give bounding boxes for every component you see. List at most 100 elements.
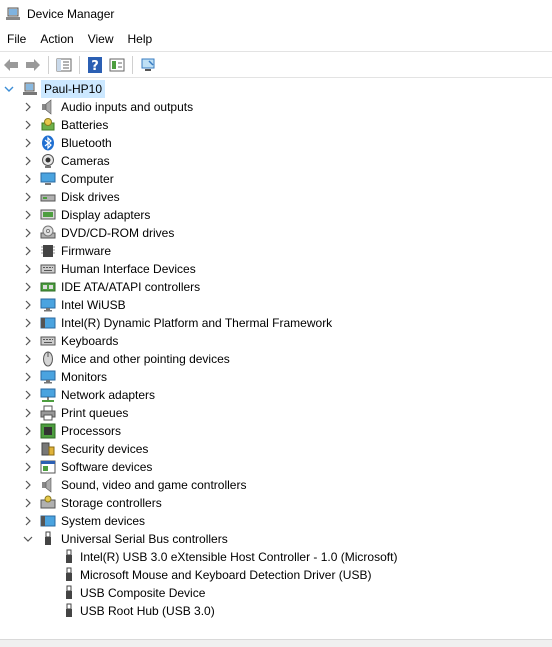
chevron-right-icon[interactable] bbox=[23, 516, 33, 526]
tree-device-item[interactable]: Intel(R) USB 3.0 eXtensible Host Control… bbox=[0, 548, 552, 566]
chevron-right-icon[interactable] bbox=[23, 138, 33, 148]
tree-category-label: Bluetooth bbox=[61, 136, 112, 150]
menu-help[interactable]: Help bbox=[121, 29, 160, 49]
tree-category-label: Firmware bbox=[61, 244, 111, 258]
tree-category-network-adapters[interactable]: Network adapters bbox=[0, 386, 552, 404]
tree-category-label: Software devices bbox=[61, 460, 153, 474]
chevron-right-icon[interactable] bbox=[23, 390, 33, 400]
keyboard-icon bbox=[40, 261, 56, 277]
tree-device-item[interactable]: Microsoft Mouse and Keyboard Detection D… bbox=[0, 566, 552, 584]
chevron-right-icon[interactable] bbox=[23, 300, 33, 310]
help-button[interactable]: ? bbox=[84, 55, 106, 75]
usb-device-icon bbox=[66, 549, 72, 563]
keyboard-icon bbox=[40, 336, 56, 346]
usb-device-icon bbox=[61, 567, 77, 583]
tree-category-intel-wiusb[interactable]: Intel WiUSB bbox=[0, 296, 552, 314]
chevron-right-icon[interactable] bbox=[23, 462, 33, 472]
tree-category-keyboards[interactable]: Keyboards bbox=[0, 332, 552, 350]
properties-button[interactable] bbox=[53, 55, 75, 75]
tree-category-computer[interactable]: Computer bbox=[0, 170, 552, 188]
chevron-right-icon[interactable] bbox=[23, 282, 33, 292]
tree-category-security-devices[interactable]: Security devices bbox=[0, 440, 552, 458]
usb-icon bbox=[40, 531, 56, 547]
chip-icon bbox=[40, 243, 56, 259]
tree-category-label: Storage controllers bbox=[61, 496, 162, 510]
menu-action[interactable]: Action bbox=[33, 29, 80, 49]
chevron-right-icon[interactable] bbox=[23, 192, 33, 202]
chevron-right-icon[interactable] bbox=[23, 120, 33, 130]
help-icon: ? bbox=[88, 56, 102, 73]
chevron-right-icon[interactable] bbox=[23, 228, 33, 238]
usb-device-icon bbox=[66, 603, 72, 617]
speaker-icon bbox=[40, 99, 56, 115]
chevron-right-icon[interactable] bbox=[23, 498, 33, 508]
usb-device-icon bbox=[66, 567, 72, 581]
tree-category-label: DVD/CD-ROM drives bbox=[61, 226, 175, 240]
keyboard-icon bbox=[40, 264, 56, 274]
chevron-down-icon[interactable] bbox=[23, 534, 33, 544]
scan-hardware-button[interactable] bbox=[137, 55, 159, 75]
chevron-right-icon[interactable] bbox=[23, 318, 33, 328]
monitor-icon bbox=[40, 370, 56, 384]
dvd-drive-icon bbox=[40, 225, 56, 239]
tree-category-label: Print queues bbox=[61, 406, 129, 420]
tree-category-print-queues[interactable]: Print queues bbox=[0, 404, 552, 422]
chevron-right-icon[interactable] bbox=[23, 210, 33, 220]
tree-category-disk-drives[interactable]: Disk drives bbox=[0, 188, 552, 206]
tree-category-universal-serial-bus-controllers[interactable]: Universal Serial Bus controllers bbox=[0, 530, 552, 548]
tree-category-audio-inputs-and-outputs[interactable]: Audio inputs and outputs bbox=[0, 98, 552, 116]
computer-icon bbox=[40, 171, 56, 187]
computer-host-icon bbox=[22, 81, 38, 97]
chevron-right-icon[interactable] bbox=[23, 102, 33, 112]
system-device-icon bbox=[40, 515, 56, 527]
chevron-right-icon[interactable] bbox=[23, 264, 33, 274]
tree-category-intel-r-dynamic-platform-and-thermal-framework[interactable]: Intel(R) Dynamic Platform and Thermal Fr… bbox=[0, 314, 552, 332]
tree-category-display-adapters[interactable]: Display adapters bbox=[0, 206, 552, 224]
network-icon bbox=[40, 387, 56, 403]
menu-file[interactable]: File bbox=[0, 29, 33, 49]
chevron-right-icon[interactable] bbox=[23, 372, 33, 382]
chevron-right-icon[interactable] bbox=[23, 480, 33, 490]
printer-icon bbox=[40, 405, 56, 421]
tree-category-batteries[interactable]: Batteries bbox=[0, 116, 552, 134]
menu-view[interactable]: View bbox=[81, 29, 121, 49]
chevron-down-icon[interactable] bbox=[4, 84, 14, 94]
tree-category-human-interface-devices[interactable]: Human Interface Devices bbox=[0, 260, 552, 278]
chevron-right-icon[interactable] bbox=[23, 156, 33, 166]
toolbar: ? bbox=[0, 51, 552, 78]
forward-button[interactable] bbox=[22, 55, 44, 75]
tree-category-mice-and-other-pointing-devices[interactable]: Mice and other pointing devices bbox=[0, 350, 552, 368]
tree-device-item[interactable]: USB Composite Device bbox=[0, 584, 552, 602]
details-button[interactable] bbox=[106, 55, 128, 75]
tree-category-processors[interactable]: Processors bbox=[0, 422, 552, 440]
chevron-right-icon[interactable] bbox=[23, 246, 33, 256]
tree-category-ide-ata-atapi-controllers[interactable]: IDE ATA/ATAPI controllers bbox=[0, 278, 552, 296]
tree-category-firmware[interactable]: Firmware bbox=[0, 242, 552, 260]
tree-category-system-devices[interactable]: System devices bbox=[0, 512, 552, 530]
chevron-right-icon[interactable] bbox=[23, 444, 33, 454]
tree-category-monitors[interactable]: Monitors bbox=[0, 368, 552, 386]
toolbar-separator bbox=[48, 55, 49, 74]
chevron-right-icon[interactable] bbox=[23, 336, 33, 346]
controller-icon bbox=[40, 279, 56, 295]
usb-device-icon bbox=[61, 549, 77, 565]
display-adapter-icon bbox=[40, 207, 56, 223]
tree-device-item[interactable]: USB Root Hub (USB 3.0) bbox=[0, 602, 552, 620]
speaker-icon bbox=[42, 99, 52, 115]
chevron-right-icon[interactable] bbox=[23, 354, 33, 364]
chevron-right-icon[interactable] bbox=[23, 426, 33, 436]
system-device-icon bbox=[40, 317, 56, 329]
tree-category-bluetooth[interactable]: Bluetooth bbox=[0, 134, 552, 152]
back-button[interactable] bbox=[0, 55, 22, 75]
tree-category-storage-controllers[interactable]: Storage controllers bbox=[0, 494, 552, 512]
tree-category-sound-video-and-game-controllers[interactable]: Sound, video and game controllers bbox=[0, 476, 552, 494]
tree-root[interactable]: Paul-HP10 bbox=[0, 80, 552, 98]
tree-device-label: USB Composite Device bbox=[80, 586, 206, 600]
tree-category-software-devices[interactable]: Software devices bbox=[0, 458, 552, 476]
chevron-right-icon[interactable] bbox=[23, 174, 33, 184]
tree-category-cameras[interactable]: Cameras bbox=[0, 152, 552, 170]
title-bar: Device Manager bbox=[0, 0, 552, 28]
software-icon bbox=[40, 459, 56, 475]
chevron-right-icon[interactable] bbox=[23, 408, 33, 418]
tree-category-dvd-cd-rom-drives[interactable]: DVD/CD-ROM drives bbox=[0, 224, 552, 242]
